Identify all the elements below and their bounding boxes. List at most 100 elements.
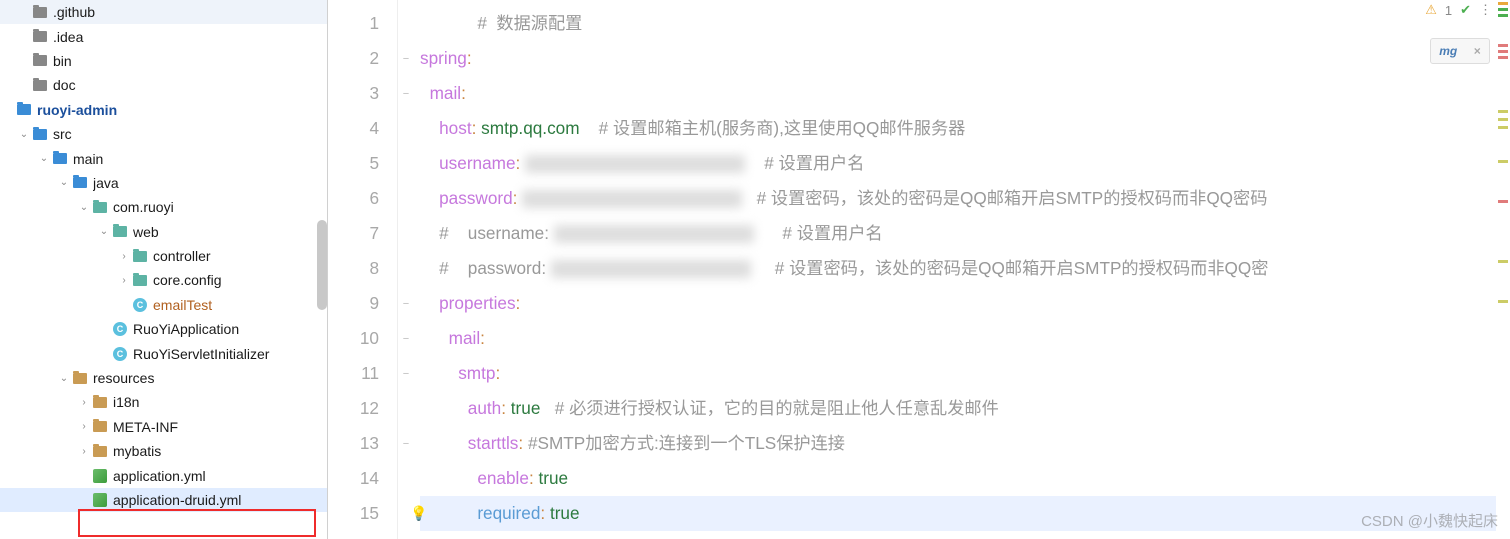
tree-item-bin[interactable]: bin xyxy=(0,49,327,73)
tree-item-application-druid-yml[interactable]: application-druid.yml xyxy=(0,488,327,512)
tree-item--idea[interactable]: .idea xyxy=(0,24,327,48)
marker[interactable] xyxy=(1498,300,1508,303)
tree-item-main[interactable]: ⌄ main xyxy=(0,146,327,170)
fold-marker xyxy=(398,146,414,181)
folder-icon xyxy=(32,77,48,93)
line-number: 14 xyxy=(328,461,379,496)
fold-marker[interactable]: − xyxy=(398,41,414,76)
code-line[interactable]: # 数据源配置 xyxy=(420,6,1510,41)
marker[interactable] xyxy=(1498,50,1508,53)
code-line[interactable]: properties: xyxy=(420,286,1510,321)
tree-label: .idea xyxy=(53,29,323,45)
marker[interactable] xyxy=(1498,118,1508,121)
tree-label: application-druid.yml xyxy=(113,492,323,508)
marker[interactable] xyxy=(1498,14,1508,17)
marker[interactable] xyxy=(1498,200,1508,203)
marker[interactable] xyxy=(1498,8,1508,11)
code-line[interactable]: spring: xyxy=(420,41,1510,76)
tree-label: main xyxy=(73,151,323,167)
chevron-icon[interactable]: ⌄ xyxy=(56,177,72,188)
chevron-icon[interactable]: ⌄ xyxy=(36,153,52,164)
code-line[interactable]: 💡 required: true xyxy=(420,496,1510,531)
marker[interactable] xyxy=(1498,2,1508,5)
tree-item-ruoyi-admin[interactable]: ruoyi-admin xyxy=(0,98,327,122)
code-line[interactable]: host: smtp.qq.com # 设置邮箱主机(服务商),这里使用QQ邮件… xyxy=(420,111,1510,146)
chevron-icon[interactable]: › xyxy=(76,446,92,457)
check-icon[interactable]: ✔ xyxy=(1460,2,1471,18)
chevron-icon[interactable]: › xyxy=(76,421,92,432)
code-line[interactable]: password: # 设置密码，该处的密码是QQ邮箱开启SMTP的授权码而非Q… xyxy=(420,181,1510,216)
folder-blue-icon xyxy=(52,151,68,167)
marker-strip[interactable] xyxy=(1496,0,1510,539)
line-number: 10 xyxy=(328,321,379,356)
more-icon[interactable]: ⋮ xyxy=(1479,2,1492,18)
fold-marker[interactable]: − xyxy=(398,286,414,321)
marker[interactable] xyxy=(1498,126,1508,129)
folder-teal-icon xyxy=(132,272,148,288)
line-number: 7 xyxy=(328,216,379,251)
code-line[interactable]: # password: # 设置密码，该处的密码是QQ邮箱开启SMTP的授权码而… xyxy=(420,251,1510,286)
code-line[interactable]: mail: xyxy=(420,321,1510,356)
chevron-icon[interactable]: ⌄ xyxy=(76,202,92,213)
tree-label: doc xyxy=(53,77,323,93)
fold-marker[interactable]: − xyxy=(398,356,414,391)
tree-item-META-INF[interactable]: ›META-INF xyxy=(0,415,327,439)
project-tree: .github.ideabindocruoyi-admin⌄src⌄main⌄j… xyxy=(0,0,328,539)
line-number: 5 xyxy=(328,146,379,181)
marker[interactable] xyxy=(1498,56,1508,59)
code-area[interactable]: # 数据源配置spring: mail: host: smtp.qq.com #… xyxy=(414,0,1510,539)
tree-item-RuoYiServletInitializer[interactable]: CRuoYiServletInitializer xyxy=(0,341,327,365)
tree-item-RuoYiApplication[interactable]: CRuoYiApplication xyxy=(0,317,327,341)
line-number: 4 xyxy=(328,111,379,146)
watermark: CSDN @小魏快起床 xyxy=(1361,510,1498,531)
tree-item-com-ruoyi[interactable]: ⌄ com.ruoyi xyxy=(0,195,327,219)
chevron-icon[interactable]: › xyxy=(116,275,132,286)
tree-item-i18n[interactable]: ›i18n xyxy=(0,390,327,414)
tree-item-doc[interactable]: doc xyxy=(0,73,327,97)
folder-teal-icon xyxy=(132,248,148,264)
chevron-icon[interactable]: ⌄ xyxy=(56,373,72,384)
tree-item-resources[interactable]: ⌄resources xyxy=(0,366,327,390)
chevron-icon[interactable]: › xyxy=(116,251,132,262)
folder-res-icon xyxy=(72,370,88,386)
tree-item-java[interactable]: ⌄java xyxy=(0,171,327,195)
tree-scroll[interactable]: .github.ideabindocruoyi-admin⌄src⌄main⌄j… xyxy=(0,0,327,539)
tree-item-src[interactable]: ⌄src xyxy=(0,122,327,146)
chevron-icon[interactable]: ⌄ xyxy=(96,226,112,237)
tree-scrollbar[interactable] xyxy=(317,220,327,310)
code-line[interactable]: # username: # 设置用户名 xyxy=(420,216,1510,251)
tree-item-emailTest[interactable]: CemailTest xyxy=(0,293,327,317)
code-line[interactable]: enable: true xyxy=(420,461,1510,496)
fold-marker[interactable]: − xyxy=(398,321,414,356)
code-line[interactable]: starttls: #SMTP加密方式:连接到一个TLS保护连接 xyxy=(420,426,1510,461)
code-line[interactable]: mail: xyxy=(420,76,1510,111)
code-line[interactable]: auth: true # 必须进行授权认证，它的目的就是阻止他人任意乱发邮件 xyxy=(420,391,1510,426)
tree-item-core-config[interactable]: ›core.config xyxy=(0,268,327,292)
tree-label: com.ruoyi xyxy=(113,199,323,215)
fold-marker xyxy=(398,391,414,426)
code-line[interactable]: smtp: xyxy=(420,356,1510,391)
fold-marker[interactable]: − xyxy=(398,426,414,461)
tree-item-controller[interactable]: ›controller xyxy=(0,244,327,268)
chevron-icon[interactable]: › xyxy=(76,397,92,408)
tree-item-application-yml[interactable]: application.yml xyxy=(0,463,327,487)
warning-icon[interactable]: ⚠ xyxy=(1425,2,1437,18)
fold-column: −−−−−− xyxy=(398,0,414,539)
fold-marker[interactable]: − xyxy=(398,76,414,111)
class-icon: C xyxy=(132,297,148,313)
tree-item--github[interactable]: .github xyxy=(0,0,327,24)
chevron-icon[interactable]: ⌄ xyxy=(16,129,32,140)
marker[interactable] xyxy=(1498,160,1508,163)
line-number: 9 xyxy=(328,286,379,321)
line-number: 12 xyxy=(328,391,379,426)
bulb-icon[interactable]: 💡 xyxy=(414,496,427,531)
marker[interactable] xyxy=(1498,260,1508,263)
close-icon[interactable]: × xyxy=(1474,44,1481,58)
code-line[interactable]: username: # 设置用户名 xyxy=(420,146,1510,181)
fold-marker xyxy=(398,181,414,216)
marker[interactable] xyxy=(1498,44,1508,47)
tree-item-web[interactable]: ⌄web xyxy=(0,220,327,244)
marker[interactable] xyxy=(1498,110,1508,113)
tree-item-mybatis[interactable]: ›mybatis xyxy=(0,439,327,463)
line-number: 15 xyxy=(328,496,379,531)
